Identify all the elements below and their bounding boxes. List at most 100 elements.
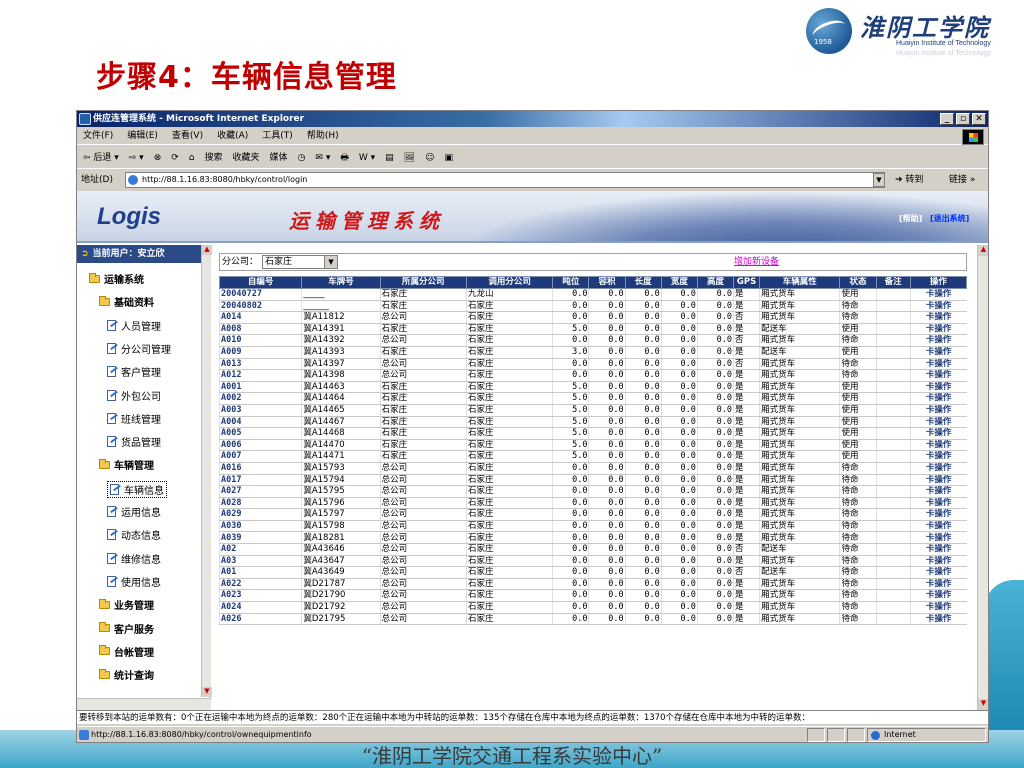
row-action-link[interactable]: 卡操作 (909, 508, 967, 521)
table-cell: 配送车 (759, 346, 840, 359)
toolbar-button[interactable]: W ▾ (359, 147, 375, 168)
toolbar-button[interactable]: 搜索 (205, 147, 223, 168)
toolbar-button[interactable]: ⊗ (154, 147, 162, 168)
maximize-button[interactable]: ▫ (956, 113, 970, 125)
tree-item[interactable]: 车辆信息 (107, 480, 167, 498)
tree-hscrollbar[interactable] (77, 698, 211, 710)
toolbar-button[interactable]: 媒体 (270, 147, 288, 168)
toolbar-button[interactable]: ⇨ ▾ (129, 147, 144, 168)
row-action-link[interactable]: 卡操作 (909, 462, 967, 475)
row-action-link[interactable]: 卡操作 (909, 311, 967, 324)
row-action-link[interactable]: 卡操作 (909, 450, 967, 463)
toolbar-button[interactable]: ☺ (425, 147, 434, 168)
close-button[interactable]: ✕ (972, 113, 986, 125)
tree-item[interactable]: 运用信息 (107, 504, 161, 519)
tree-item[interactable]: 客户服务 (99, 621, 154, 636)
menu-item[interactable]: 工具(T) (262, 127, 293, 144)
row-action-link[interactable]: 卡操作 (909, 416, 967, 429)
logout-link[interactable]: [退出系统] (930, 213, 969, 224)
address-input[interactable]: http://88.1.16.83:8080/hbky/control/logi… (125, 172, 885, 188)
toolbar-button[interactable]: ⟳ (171, 147, 179, 168)
toolbar-button[interactable]: ▣ (444, 147, 453, 168)
tree-item[interactable]: 基础资料 (99, 294, 154, 309)
row-action-link[interactable]: 卡操作 (909, 601, 967, 614)
tree-item[interactable]: 分公司管理 (107, 341, 171, 356)
row-action-link[interactable]: 卡操作 (909, 485, 967, 498)
toolbar-button[interactable]: ◷ (298, 147, 306, 168)
content-scrollbar[interactable] (977, 245, 988, 710)
tree-item[interactable]: 车辆管理 (99, 457, 154, 472)
toolbar-button[interactable]: 🖶 (340, 147, 349, 168)
toolbar-button[interactable]: ▤ (385, 147, 394, 168)
row-action-link[interactable]: 卡操作 (909, 520, 967, 533)
table-cell: 0.0 (696, 439, 734, 452)
row-action-link[interactable]: 卡操作 (909, 346, 967, 359)
row-action-link[interactable]: 卡操作 (909, 427, 967, 440)
toolbar-button[interactable]: ⇦ 后退 ▾ (83, 147, 119, 168)
links-button[interactable]: 链接 » (949, 170, 975, 190)
add-equipment-link[interactable]: 增加新设备 (734, 254, 779, 270)
row-action-link[interactable]: 卡操作 (909, 369, 967, 382)
table-cell (875, 381, 911, 394)
go-button[interactable]: ➜ 转到 (895, 170, 923, 190)
row-action-link[interactable]: 卡操作 (909, 613, 967, 626)
row-action-link[interactable]: 卡操作 (909, 578, 967, 591)
toolbar-button[interactable]: 🖼 (404, 147, 415, 168)
column-header: 吨位 (552, 276, 590, 289)
row-action-link[interactable]: 卡操作 (909, 358, 967, 371)
tree-item[interactable]: 客户管理 (107, 364, 161, 379)
tree-item[interactable]: 运输系统 (89, 271, 144, 286)
table-cell: 厢式货车 (759, 300, 840, 313)
toolbar-button[interactable]: 收藏夹 (233, 147, 260, 168)
toolbar-button[interactable]: ✉ ▾ (315, 147, 330, 168)
tree-item[interactable]: 使用信息 (107, 574, 161, 589)
table-cell: 冀A14391 (301, 323, 381, 336)
row-action-link[interactable]: 卡操作 (909, 404, 967, 417)
row-action-link[interactable]: 卡操作 (909, 439, 967, 452)
menu-item[interactable]: 帮助(H) (307, 127, 339, 144)
tree-scrollbar[interactable] (201, 245, 212, 697)
logo-year: 1958 (814, 38, 832, 46)
table-row: A008 冀A14391 石家庄 石家庄 5.0 0.0 0.0 0.0 0.0 是配送车 使用 卡操… (218, 323, 967, 336)
table-cell: ______ (301, 300, 381, 313)
row-action-link[interactable]: 卡操作 (909, 288, 967, 301)
column-header: 车牌号 (301, 276, 381, 289)
slide: 步骤4：车辆信息管理 1958 淮阴工学院 Huaiyin Institute … (0, 0, 1024, 768)
tree-item[interactable]: 动态信息 (107, 527, 161, 542)
row-action-link[interactable]: 卡操作 (909, 531, 967, 545)
row-action-link[interactable]: 卡操作 (909, 392, 967, 405)
table-cell: 石家庄 (465, 485, 553, 498)
menu-item[interactable]: 收藏(A) (217, 127, 248, 144)
row-action-link[interactable]: 卡操作 (909, 300, 967, 313)
help-link[interactable]: [帮助] (899, 213, 922, 224)
row-action-link[interactable]: 卡操作 (909, 381, 967, 394)
branch-select[interactable]: 石家庄 (262, 255, 338, 269)
row-action-link[interactable]: 卡操作 (909, 589, 967, 603)
menu-item[interactable]: 文件(F) (83, 127, 113, 144)
table-cell: 0.0 (660, 485, 698, 498)
row-action-link[interactable]: 卡操作 (909, 323, 967, 336)
window-titlebar[interactable]: 供应连管理系统 - Microsoft Internet Explorer _ … (77, 111, 988, 127)
tree-item[interactable]: 班线管理 (107, 411, 161, 426)
tree-item[interactable]: 货品管理 (107, 434, 161, 449)
tree-item[interactable]: 业务管理 (99, 597, 154, 612)
tree-item[interactable]: 统计查询 (99, 667, 154, 682)
tree-item[interactable]: 维修信息 (107, 551, 161, 566)
tree-item[interactable]: 外包公司 (107, 388, 161, 403)
minimize-button[interactable]: _ (940, 113, 954, 125)
menu-item[interactable]: 编辑(E) (127, 127, 158, 144)
table-cell: 0.0 (588, 497, 626, 510)
address-dropdown-button[interactable]: ▼ (873, 173, 885, 187)
toolbar-button[interactable]: ⌂ (189, 147, 195, 168)
row-action-link[interactable]: 卡操作 (909, 497, 967, 510)
row-action-link[interactable]: 卡操作 (909, 543, 967, 556)
table-cell: 是 (733, 462, 760, 475)
menu-item[interactable]: 查看(V) (172, 127, 203, 144)
column-header: 操作 (909, 276, 968, 289)
tree-item[interactable]: 人员管理 (107, 318, 161, 333)
row-action-link[interactable]: 卡操作 (909, 474, 967, 487)
row-action-link[interactable]: 卡操作 (909, 566, 967, 579)
row-action-link[interactable]: 卡操作 (909, 555, 967, 568)
tree-item[interactable]: 台帐管理 (99, 644, 154, 659)
row-action-link[interactable]: 卡操作 (909, 334, 967, 347)
